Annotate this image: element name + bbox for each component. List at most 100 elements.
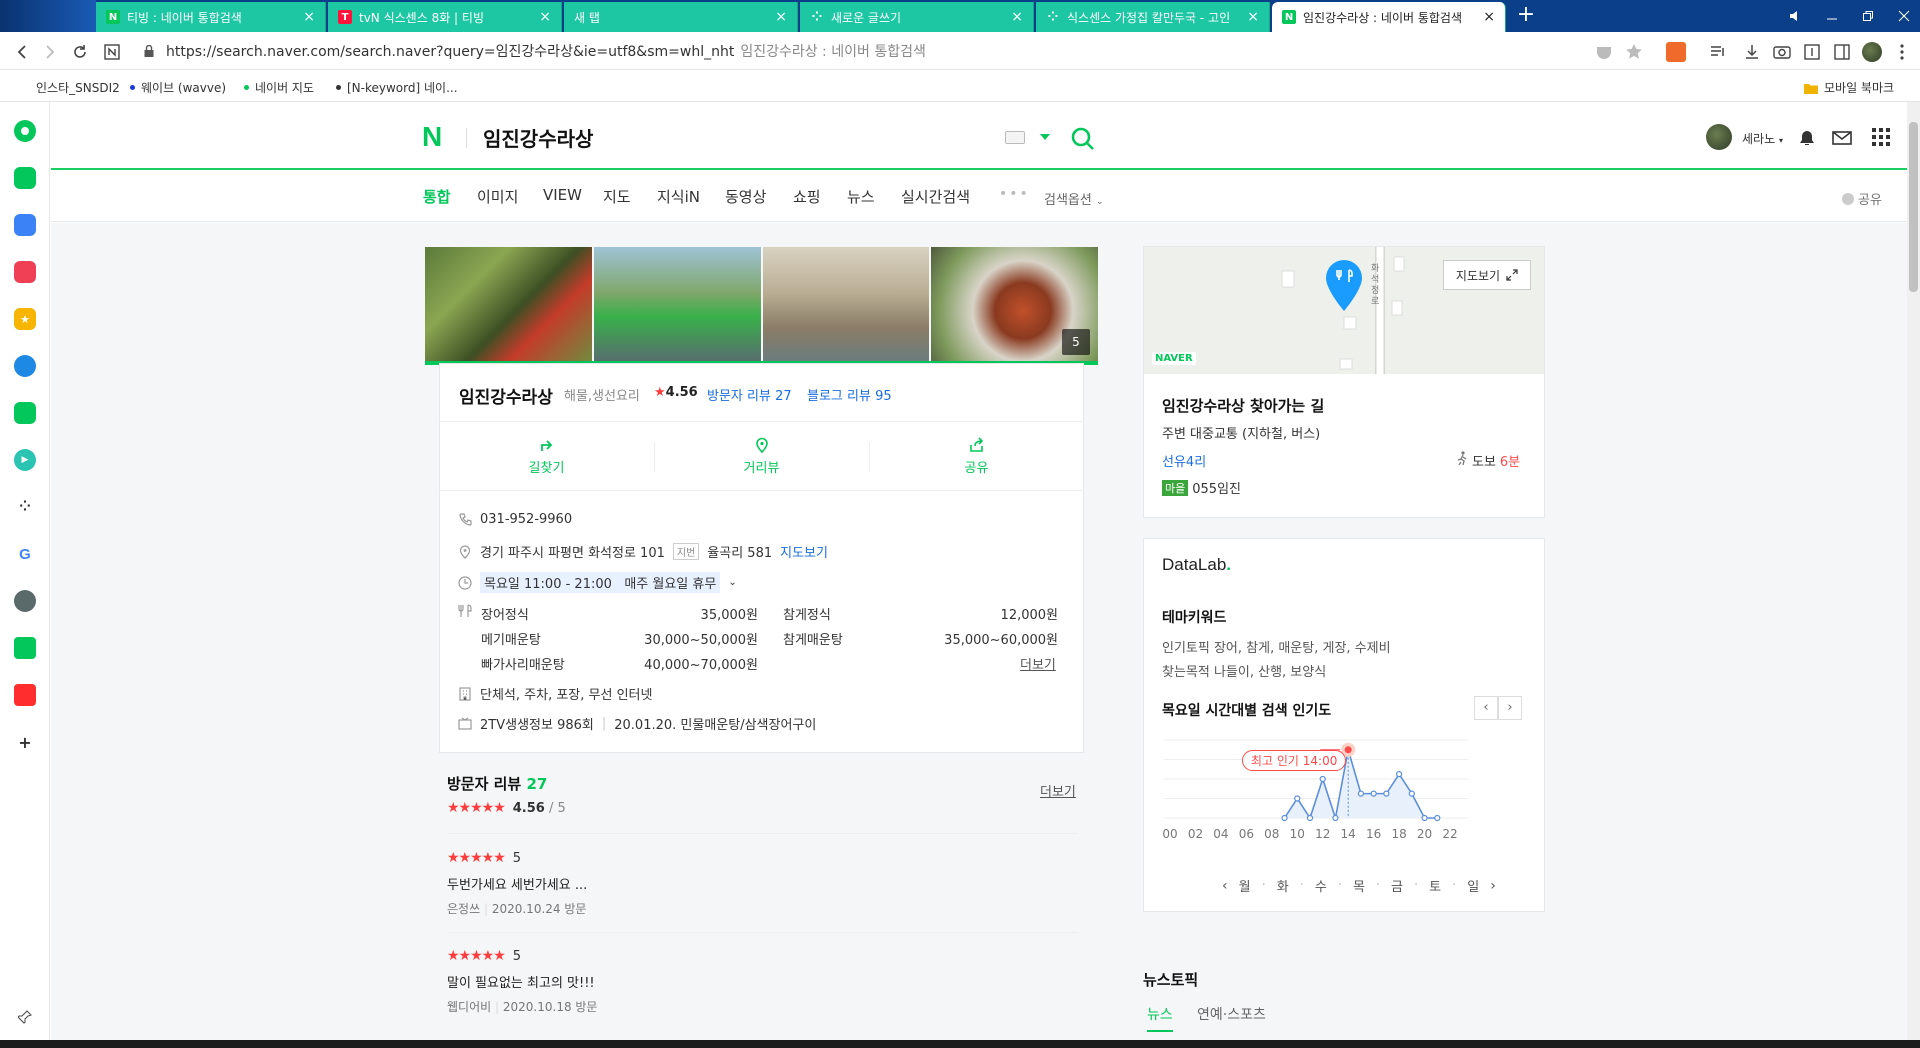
pocket-icon[interactable]	[1594, 42, 1614, 62]
search-button[interactable]	[1070, 126, 1096, 156]
browser-tab-3[interactable]: 새 탭 ×	[564, 2, 798, 32]
menu-more-link[interactable]: 더보기	[1020, 654, 1056, 673]
google-icon[interactable]: G	[14, 543, 36, 565]
search-input[interactable]: 임진강수라상	[483, 123, 593, 152]
share-place-button[interactable]: 공유	[869, 422, 1084, 490]
add-icon[interactable]: +	[14, 731, 36, 753]
day-next-icon[interactable]: ›	[1490, 878, 1496, 894]
day-wed[interactable]: 수	[1315, 876, 1327, 895]
day-sun[interactable]: 일	[1467, 876, 1479, 895]
review-text[interactable]: 말이 필요없는 최고의 맛!!!	[447, 972, 595, 991]
review-text[interactable]: 두번가세요 세번가세요 ...	[447, 874, 587, 893]
day-sat[interactable]: 토	[1429, 876, 1441, 895]
table-photo[interactable]: 5	[931, 247, 1098, 363]
dots-icon[interactable]: ⁘	[14, 496, 36, 518]
photo-count-badge[interactable]: 5	[1062, 329, 1090, 355]
download-icon[interactable]	[1742, 42, 1762, 62]
close-icon[interactable]: ×	[1483, 9, 1495, 25]
webtoon-icon[interactable]	[14, 637, 36, 659]
profile-avatar[interactable]	[1862, 42, 1882, 62]
browser-tab-2[interactable]: T tvN 식스센스 8화 | 티빙 ×	[328, 2, 562, 32]
green-circle-icon[interactable]	[14, 402, 36, 424]
browser-tab-5[interactable]: ⁘ 식스센스 가정집 칼만두국 - 고인 ×	[1036, 2, 1270, 32]
day-prev-icon[interactable]: ‹	[1222, 878, 1228, 894]
blog-reviews-link[interactable]: 블로그 리뷰 95	[807, 385, 892, 404]
bookmark-item[interactable]: 웨이브 (wavve)	[130, 79, 226, 96]
lock-icon[interactable]	[144, 44, 154, 57]
tab-news[interactable]: 뉴스	[847, 186, 875, 207]
close-icon[interactable]: ×	[303, 9, 315, 25]
directions-title[interactable]: 임진강수라상 찾아가는 길	[1162, 395, 1324, 416]
sidebar-toggle-icon[interactable]	[1832, 42, 1852, 62]
datalab-logo[interactable]: DataLab.	[1162, 555, 1231, 575]
bookmark-item[interactable]: 네이버 지도	[244, 79, 314, 96]
mobile-bookmarks[interactable]: 모바일 북마크	[1804, 79, 1894, 96]
naver-logo[interactable]: N	[422, 121, 442, 153]
restore-icon[interactable]	[1850, 0, 1886, 32]
tab-images[interactable]: 이미지	[477, 186, 518, 207]
review-more-link[interactable]: 더보기	[1040, 781, 1076, 800]
phone-number[interactable]: 031-952-9960	[480, 512, 572, 527]
edge-icon[interactable]	[14, 355, 36, 377]
tab-kin[interactable]: 지식iN	[657, 186, 700, 207]
terrace-photo[interactable]	[593, 247, 761, 363]
visitor-reviews-link[interactable]: 방문자 리뷰 27	[707, 385, 792, 404]
whale-icon[interactable]	[14, 120, 36, 142]
scrollbar-thumb[interactable]	[1909, 122, 1918, 292]
pin-icon[interactable]	[14, 1006, 36, 1028]
bookmark-item[interactable]: [N-keyword] 네이...	[336, 79, 458, 96]
interior-photo[interactable]	[762, 247, 930, 363]
notification-bell-icon[interactable]	[1797, 128, 1817, 148]
menu-icon[interactable]	[1892, 42, 1912, 62]
minimize-icon[interactable]	[1814, 0, 1850, 32]
street-view-button[interactable]: 거리뷰	[654, 422, 869, 490]
browser-tab-1[interactable]: N 티빙 : 네이버 통합검색 ×	[96, 2, 326, 32]
mail-icon[interactable]	[1832, 128, 1852, 148]
directions-button[interactable]: 길찾기	[439, 422, 654, 490]
chart-prev-button[interactable]: ‹	[1474, 696, 1498, 720]
tab-shopping[interactable]: 쇼핑	[793, 186, 821, 207]
apps-grid-icon[interactable]	[1872, 128, 1892, 148]
star-icon[interactable]: ★	[14, 308, 36, 330]
cat-icon[interactable]	[14, 590, 36, 612]
keyboard-icon[interactable]	[1005, 131, 1025, 144]
bus-stop-link[interactable]: 선유4리	[1162, 451, 1206, 470]
tab-realtime[interactable]: 실시간검색	[901, 186, 970, 207]
tab-all[interactable]: 통합	[423, 186, 451, 207]
bookmark-item[interactable]: 인스타_SNSDI2	[36, 79, 120, 96]
close-icon[interactable]: ×	[775, 9, 787, 25]
close-icon[interactable]: ×	[539, 9, 551, 25]
day-mon[interactable]: 월	[1239, 876, 1251, 895]
hours-row[interactable]: 목요일 11:00 - 21:00 매주 월요일 휴무 ⌄	[458, 572, 737, 593]
tab-video[interactable]: 동영상	[725, 186, 766, 207]
bus-line-number[interactable]: 055임진	[1192, 478, 1241, 497]
bookmark-star-icon[interactable]	[1624, 42, 1644, 62]
food-photo[interactable]	[425, 247, 592, 363]
avatar[interactable]	[1706, 124, 1732, 150]
close-icon[interactable]: ×	[1247, 9, 1259, 25]
map-view-button[interactable]: 지도보기	[1443, 260, 1531, 290]
browser-tab-4[interactable]: ⁘ 새로운 글쓰기 ×	[800, 2, 1034, 32]
browser-tab-active[interactable]: N 임진강수라상 : 네이버 통합검색 ×	[1272, 2, 1506, 32]
user-menu[interactable]: 세라노 ▾	[1742, 130, 1783, 147]
restaurant-pin-icon[interactable]	[1325, 260, 1363, 316]
camera-icon[interactable]	[1772, 42, 1792, 62]
reader-icon[interactable]	[1802, 42, 1822, 62]
place-name[interactable]: 임진강수라상	[459, 383, 553, 408]
naver-home-icon[interactable]	[100, 40, 124, 64]
chat-icon[interactable]	[14, 167, 36, 189]
playlist-icon[interactable]	[1708, 42, 1728, 62]
pocket-icon[interactable]	[14, 261, 36, 283]
tab-view[interactable]: VIEW	[543, 186, 582, 204]
forward-button[interactable]	[38, 40, 62, 64]
search-options-button[interactable]: 검색옵션 ⌄	[1044, 189, 1104, 208]
share-button[interactable]: 공유	[1842, 189, 1882, 208]
now-icon[interactable]	[14, 684, 36, 706]
day-thu[interactable]: 목	[1353, 876, 1365, 895]
news-tab[interactable]: 뉴스	[1147, 1004, 1173, 1032]
new-tab-button[interactable]: +	[1514, 4, 1538, 28]
window-close-icon[interactable]	[1886, 0, 1920, 32]
map-link[interactable]: 지도보기	[780, 542, 828, 561]
close-icon[interactable]: ×	[1011, 9, 1023, 25]
more-tabs-button[interactable]: •••	[999, 186, 1030, 202]
